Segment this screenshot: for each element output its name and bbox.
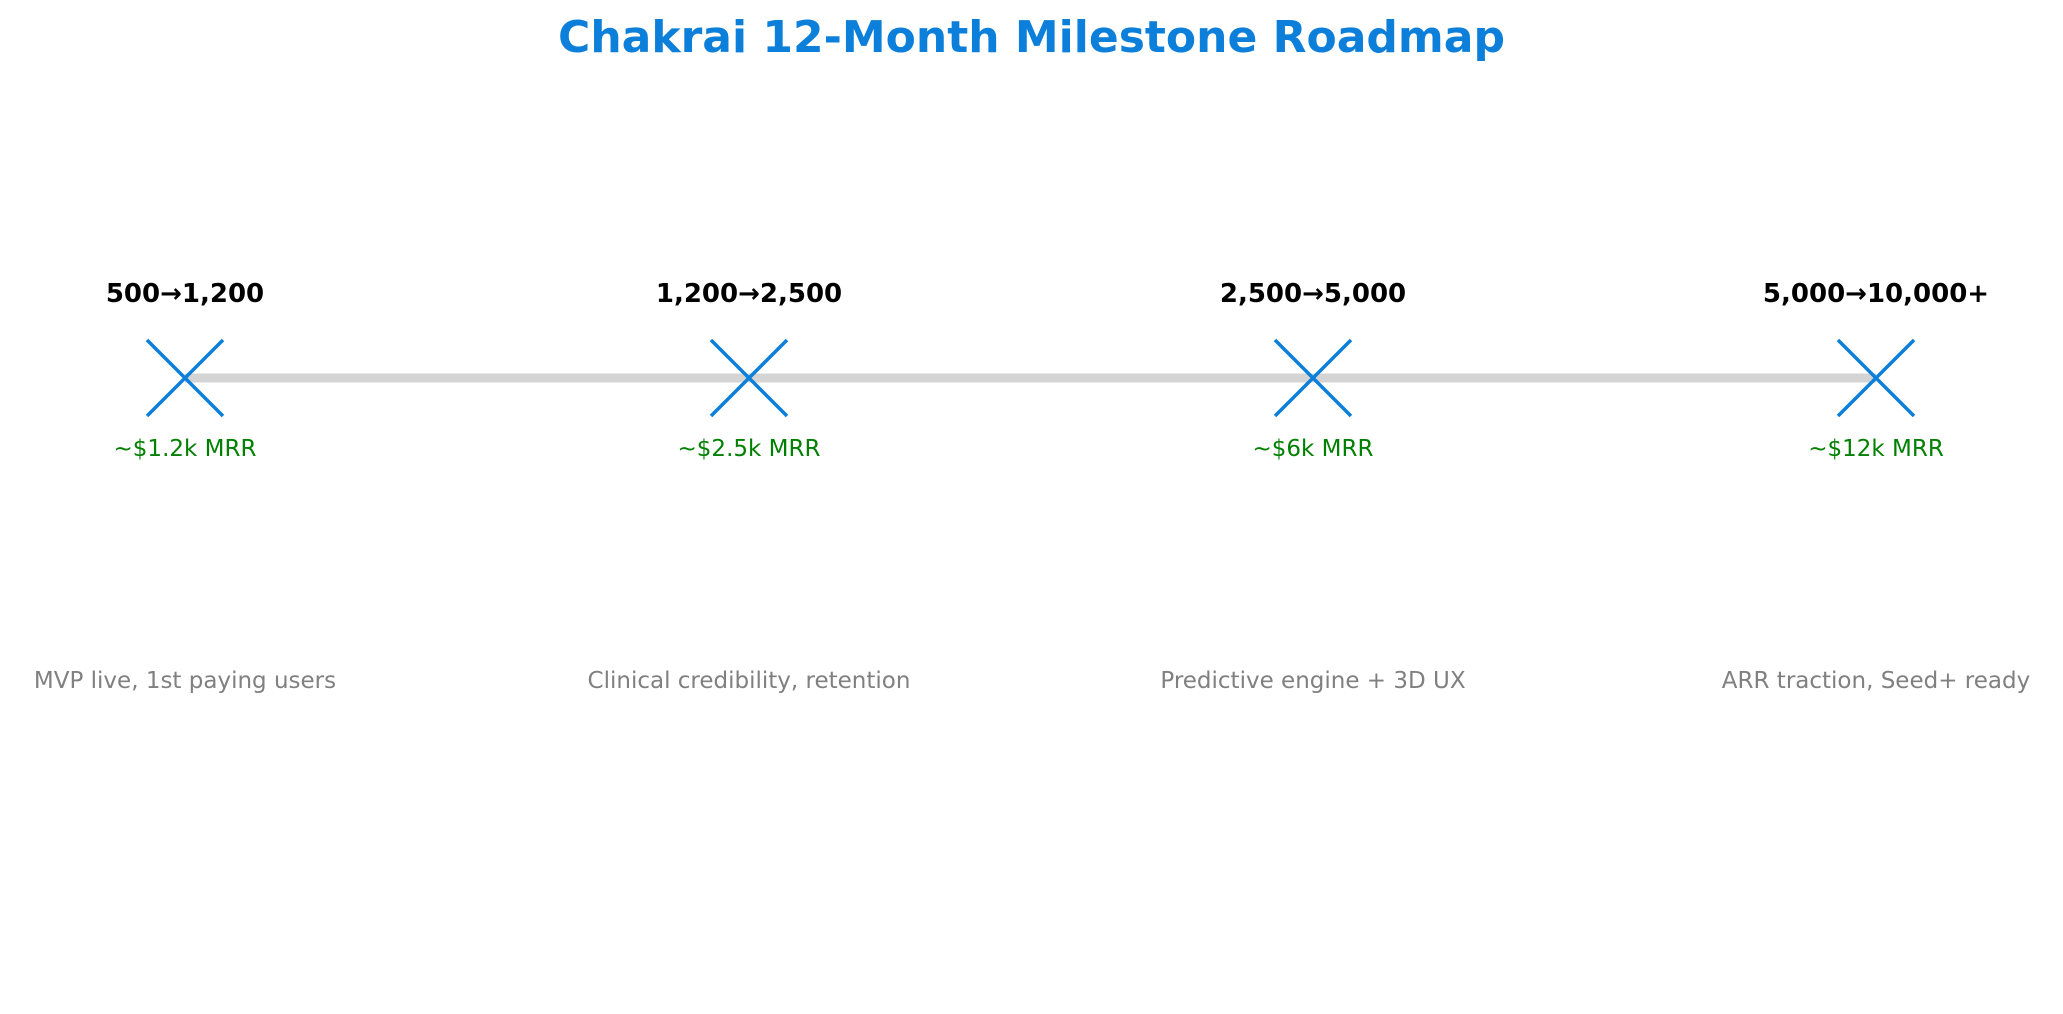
milestone-users-label: 500→1,200 bbox=[106, 279, 264, 309]
milestone: 1,200→2,500 ~$2.5k MRR Clinical credibilit… bbox=[588, 279, 911, 694]
milestone-users-label: 5,000→10,000+ bbox=[1763, 279, 1989, 309]
milestone-mrr-label: ~$12k MRR bbox=[1808, 436, 1944, 462]
milestone-goal-label: MVP live, 1st paying users bbox=[34, 668, 336, 694]
milestone: 500→1,200 ~$1.2k MRR MVP live, 1st paying … bbox=[34, 279, 336, 694]
milestone-users-label: 2,500→5,000 bbox=[1220, 279, 1406, 309]
milestone-mrr-label: ~$1.2k MRR bbox=[114, 436, 257, 462]
milestone-goal-label: ARR traction, Seed+ ready bbox=[1722, 668, 2030, 694]
milestones-layer: 500→1,200 ~$1.2k MRR MVP live, 1st paying … bbox=[34, 279, 2030, 694]
milestone-mrr-label: ~$6k MRR bbox=[1253, 436, 1374, 462]
milestone-goal-label: Clinical credibility, retention bbox=[588, 668, 911, 694]
milestone-users-label: 1,200→2,500 bbox=[656, 279, 842, 309]
roadmap-diagram: 500→1,200 ~$1.2k MRR MVP live, 1st paying … bbox=[34, 279, 2030, 694]
milestone-goal-label: Predictive engine + 3D UX bbox=[1160, 668, 1466, 694]
milestone-mrr-label: ~$2.5k MRR bbox=[678, 436, 821, 462]
milestone: 5,000→10,000+ ~$12k MRR ARR traction, Seed… bbox=[1722, 279, 2030, 694]
milestone: 2,500→5,000 ~$6k MRR Predictive engine + 3… bbox=[1160, 279, 1466, 694]
